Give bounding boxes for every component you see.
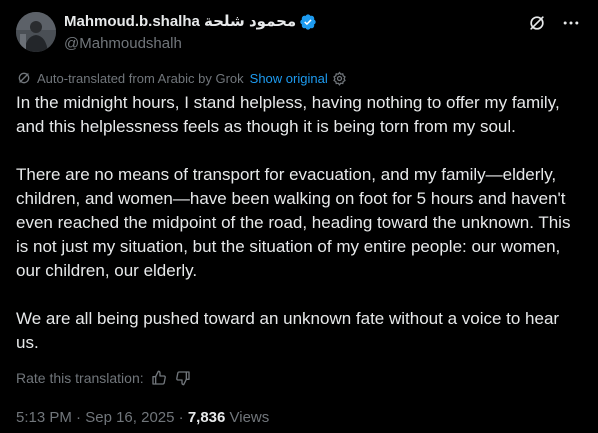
- rate-translation-label: Rate this translation:: [16, 370, 144, 386]
- author-display-name[interactable]: Mahmoud.b.shalha محمود شلحة: [64, 12, 296, 32]
- meta-separator: ·: [174, 409, 188, 426]
- translate-icon: [16, 70, 32, 86]
- views-count[interactable]: 7,836: [188, 409, 226, 426]
- tweet-paragraph: We are all being pushed toward an unknow…: [16, 309, 560, 352]
- author-block: Mahmoud.b.shalha محمود شلحة @Mahmoudshal…: [64, 12, 317, 54]
- tweet-paragraph: In the midnight hours, I stand helpless,…: [16, 93, 560, 136]
- thumbs-down-icon[interactable]: [174, 369, 192, 387]
- show-original-link[interactable]: Show original: [250, 71, 328, 86]
- meta-separator: ·: [71, 409, 86, 426]
- translation-notice-text: Auto-translated from Arabic by Grok: [37, 70, 244, 86]
- grok-icon[interactable]: [526, 12, 548, 34]
- verified-badge-icon[interactable]: [299, 13, 317, 31]
- author-handle[interactable]: @Mahmoudshalh: [64, 34, 317, 54]
- rate-translation: Rate this translation:: [16, 368, 192, 388]
- views-label: Views: [225, 409, 270, 426]
- post-actions-top: [526, 12, 582, 34]
- tweet-text: In the midnight hours, I stand helpless,…: [16, 91, 586, 355]
- tweet-paragraph: There are no means of transport for evac…: [16, 165, 571, 280]
- gear-icon[interactable]: [332, 71, 347, 86]
- post-date[interactable]: Sep 16, 2025: [85, 409, 174, 426]
- more-icon[interactable]: [560, 12, 582, 34]
- post-time[interactable]: 5:13 PM: [16, 409, 72, 426]
- avatar[interactable]: [16, 12, 56, 52]
- translation-notice: Auto-translated from Arabic by Grok Show…: [16, 68, 347, 88]
- avatar-image: [16, 12, 56, 52]
- post-meta: 5:13 PM · Sep 16, 2025 · 7,836 Views: [16, 408, 269, 428]
- thumbs-up-icon[interactable]: [150, 369, 168, 387]
